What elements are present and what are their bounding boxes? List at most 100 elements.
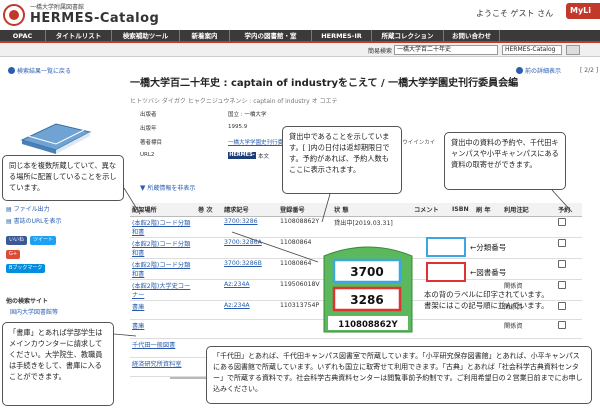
library-logo-icon[interactable] xyxy=(3,4,25,26)
nav-search-tools[interactable]: 検索補助ツール xyxy=(112,30,180,41)
hermes-ir-badge[interactable]: HERMES-IR xyxy=(228,152,256,165)
nav-opac[interactable]: OPAC xyxy=(0,30,46,41)
reserve-icon[interactable] xyxy=(558,321,566,329)
holdings-header-row: 配架場所 巻 次 請求記号 登録番号 状 態 コメント ISBN 刷 年 利用注… xyxy=(130,203,582,217)
google-plus-button[interactable]: G+ xyxy=(6,250,21,259)
location-link[interactable]: 千代田一般図書 xyxy=(132,342,175,349)
book-icon xyxy=(20,123,92,154)
label-registration-number: 110808862Y xyxy=(338,320,398,330)
usage-note: 関係資 xyxy=(502,319,556,339)
file-icon: ▤ xyxy=(6,206,12,213)
brand-title[interactable]: HERMES-Catalog xyxy=(30,11,159,26)
call-number-link[interactable]: Az:234A xyxy=(224,281,250,288)
callout-on-loan: 貸出中であることを示しています。[ ]内の日付は返却期限日です。予約があれば、予… xyxy=(282,126,402,194)
legend-red-box xyxy=(426,262,466,282)
reserve-icon[interactable] xyxy=(558,281,566,289)
back-to-results-link[interactable]: 検索結果一覧に戻る xyxy=(8,67,71,77)
nav-contact[interactable]: お問い合わせ xyxy=(444,30,500,41)
pager-text: [ 2/2 ] xyxy=(580,67,599,74)
col-call-number: 請求記号 xyxy=(222,203,278,217)
sidebar: ▤ ファイル出力 ▤ 書誌のURLを表示 xyxy=(6,204,122,228)
search-button[interactable] xyxy=(566,45,580,55)
registration-number: 110808862Y xyxy=(278,216,332,238)
label-explanation: 本の背のラベルに印字されています。書架にはこの記号順に並んでいます。 xyxy=(424,290,549,310)
call-number-link[interactable]: 3700:3286B xyxy=(224,260,262,267)
col-usage-note: 利用注記 xyxy=(502,203,556,217)
other-site-link[interactable]: 国内大学図書館等 xyxy=(10,307,58,316)
hatena-bookmark-button[interactable]: Bブックマーク xyxy=(6,264,46,273)
other-sites-heading: 他の検索サイト xyxy=(6,298,49,305)
prev-detail-label: 前の詳細表示 xyxy=(525,68,562,75)
meta-key-year: 出版年 xyxy=(140,126,157,132)
toggle-holdings-label: 所蔵情報を非表示 xyxy=(147,185,196,192)
call-number-link[interactable]: 3700:3286A xyxy=(224,239,262,246)
col-isbn: ISBN xyxy=(450,203,474,217)
link-icon: ▤ xyxy=(6,218,12,225)
call-number-link[interactable]: Az:234A xyxy=(224,302,250,309)
nav-campus-libraries[interactable]: 学内の図書館・室 xyxy=(230,30,312,41)
chevron-left-icon xyxy=(516,67,523,74)
chevron-down-icon: ▼ xyxy=(140,184,146,192)
meta-key-publisher: 出版者 xyxy=(140,112,157,118)
col-status: 状 態 xyxy=(332,203,412,217)
location-link[interactable]: (本館2階)コード分類和書 xyxy=(132,262,190,278)
callout-reservation: 貸出中の資料の予約や、千代田キャンパスや小平キャンパスにある資料の取寄せができま… xyxy=(444,132,566,190)
location-link[interactable]: (本館2階)コード分類和書 xyxy=(132,241,190,257)
callout-campus: 「千代田」とあれば、千代田キャンパス図書室で所蔵しています。「小平研究保存図書館… xyxy=(206,346,592,404)
sidebar-item-label: ファイル出力 xyxy=(13,206,50,213)
legend-classification-text: ←分類番号 xyxy=(470,243,507,252)
search-scope-select[interactable]: HERMES-Catalog xyxy=(502,45,562,55)
url-suffix: 本文 xyxy=(258,154,270,160)
social-buttons-row2: G+ xyxy=(6,250,21,259)
callout-multiple-copies: 同じ本を複数所蔵していて、異なる場所に配置していることを示しています。 xyxy=(2,155,124,201)
meta-value-publisher: 国立 : 一橋大学 xyxy=(228,112,267,118)
callout-stacks: 「書庫」とあれば学部学生はメインカウンターに請求してください。大学院生、教職員は… xyxy=(2,322,114,406)
col-registration-number: 登録番号 xyxy=(278,203,332,217)
chevron-left-icon xyxy=(8,67,15,74)
sidebar-item-show-url[interactable]: ▤ 書誌のURLを表示 xyxy=(6,216,122,228)
sidebar-item-label: 書誌のURLを表示 xyxy=(13,218,62,225)
record-title-reading: ヒトツバシ ダイガク ヒャクニジュウネンシ : captain of indus… xyxy=(130,98,338,105)
nav-new-arrivals[interactable]: 新着案内 xyxy=(180,30,230,41)
back-link-label: 検索結果一覧に戻る xyxy=(17,68,72,75)
location-link[interactable]: (本館2階)大学史コーナー xyxy=(132,283,190,299)
location-link[interactable]: 書庫 xyxy=(132,304,144,311)
facebook-like-button[interactable]: いいね xyxy=(6,236,28,245)
record-title: 一橋大学百二十年史 : captain of industryをこえて / 一橋… xyxy=(130,78,519,89)
spine-label-figure: 3700 3286 110808862Y xyxy=(323,246,413,333)
brand-subtitle: 一橋大学附属図書館 xyxy=(30,4,85,11)
social-buttons: いいね ツイート xyxy=(6,236,57,245)
nav-collections[interactable]: 所蔵コレクション xyxy=(372,30,444,41)
main-nav: OPAC タイトルリスト 検索補助ツール 新着案内 学内の図書館・室 HERME… xyxy=(0,30,600,43)
reserve-icon[interactable] xyxy=(558,302,566,310)
meta-value-year: 1995.9 xyxy=(228,124,248,130)
call-number-link[interactable]: 3700:3286 xyxy=(224,218,258,225)
sidebar-item-file-export[interactable]: ▤ ファイル出力 xyxy=(6,204,122,216)
location-link[interactable]: 経済研究所資料室 xyxy=(132,361,182,368)
table-row: (本館2階)コード分類和書 3700:3286 110808862Y 貸出中[2… xyxy=(130,216,582,238)
nav-hermes-ir[interactable]: HERMES-IR xyxy=(312,30,372,41)
col-location: 配架場所 xyxy=(130,203,196,217)
tweet-button[interactable]: ツイート xyxy=(30,236,57,245)
col-volume: 巻 次 xyxy=(196,203,222,217)
search-input[interactable]: 一橋大学百二十年史 xyxy=(394,45,498,55)
status-text: 貸出中[2019.03.31] xyxy=(332,216,412,238)
prev-detail-link[interactable]: 前の詳細表示 xyxy=(516,67,561,77)
nav-title-list[interactable]: タイトルリスト xyxy=(46,30,112,41)
col-comment: コメント xyxy=(412,203,450,217)
social-buttons-row3: Bブックマーク xyxy=(6,264,46,273)
reserve-icon[interactable] xyxy=(558,218,566,226)
meta-key-url: URL2 xyxy=(140,152,155,158)
legend-blue-box xyxy=(426,237,466,257)
label-book-number: 3286 xyxy=(350,293,383,307)
location-link[interactable]: 書庫 xyxy=(132,323,144,330)
col-reserve: 予約 xyxy=(556,203,582,217)
reserve-icon[interactable] xyxy=(558,260,566,268)
legend-book-number-text: ←図書番号 xyxy=(470,268,507,277)
meta-key-author: 著者標目 xyxy=(140,140,163,146)
reserve-icon[interactable] xyxy=(558,239,566,247)
mylibrary-button[interactable]: MyLi xyxy=(566,3,600,19)
location-link[interactable]: (本館2階)コード分類和書 xyxy=(132,220,190,236)
label-classification-number: 3700 xyxy=(350,265,383,279)
toggle-holdings-link[interactable]: ▼ 所蔵情報を非表示 xyxy=(140,183,195,192)
